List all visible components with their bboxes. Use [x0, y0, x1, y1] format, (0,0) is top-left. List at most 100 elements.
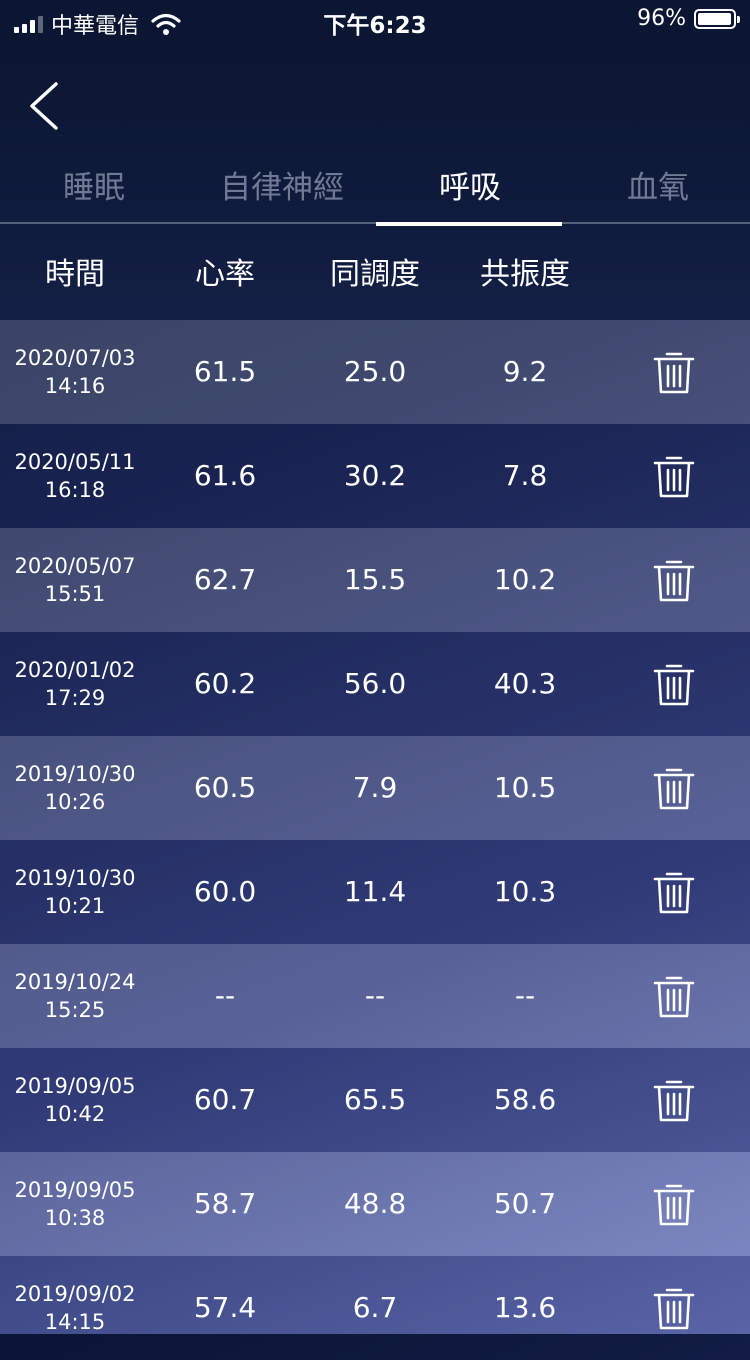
- record-time: 16:18: [44, 478, 106, 502]
- record-date: 2019/10/24: [14, 970, 136, 994]
- trash-icon[interactable]: [650, 348, 698, 396]
- resonance-value: 13.6: [493, 1291, 557, 1324]
- battery-icon: [694, 8, 740, 29]
- column-header-heart-rate: 心率: [195, 257, 255, 292]
- column-header-time: 時間: [45, 257, 105, 292]
- record-datetime: 2019/09/05 10:42: [0, 1072, 150, 1128]
- trash-icon[interactable]: [650, 1180, 698, 1228]
- resonance-value: 9.2: [502, 355, 548, 388]
- back-button[interactable]: [26, 78, 66, 134]
- record-row[interactable]: 2020/01/02 17:29 60.2 56.0 40.3: [0, 632, 750, 736]
- resonance-value: 10.5: [493, 771, 557, 804]
- record-date: 2020/05/11: [14, 450, 136, 474]
- heart-rate-value: 61.6: [193, 459, 257, 492]
- resonance-value: 50.7: [493, 1187, 557, 1220]
- tab-divider: [0, 222, 750, 224]
- coherence-value: 15.5: [343, 563, 407, 596]
- trash-icon[interactable]: [650, 660, 698, 708]
- tab-sleep[interactable]: 睡眠: [0, 160, 188, 226]
- resonance-value: 10.2: [493, 563, 557, 596]
- status-bar: 中華電信 下午6:23 96%: [0, 0, 750, 42]
- trash-icon[interactable]: [650, 764, 698, 812]
- trash-icon[interactable]: [650, 556, 698, 604]
- heart-rate-value: 62.7: [193, 563, 257, 596]
- heart-rate-value: 58.7: [193, 1187, 257, 1220]
- resonance-value: 10.3: [493, 875, 557, 908]
- record-date: 2019/09/05: [14, 1178, 136, 1202]
- record-datetime: 2019/10/30 10:26: [0, 760, 150, 816]
- active-tab-indicator: [376, 222, 562, 226]
- resonance-value: --: [514, 979, 536, 1012]
- coherence-value: 65.5: [343, 1083, 407, 1116]
- chevron-left-icon: [30, 82, 58, 130]
- record-datetime: 2020/05/07 15:51: [0, 552, 150, 608]
- record-time: 15:51: [44, 582, 106, 606]
- tab-blood-oxygen[interactable]: 血氧: [564, 160, 750, 226]
- column-header-resonance: 共振度: [480, 257, 570, 292]
- coherence-value: 6.7: [352, 1291, 398, 1324]
- record-datetime: 2020/01/02 17:29: [0, 656, 150, 712]
- record-row[interactable]: 2019/09/05 10:42 60.7 65.5 58.6: [0, 1048, 750, 1152]
- record-time: 10:42: [44, 1102, 106, 1126]
- trash-icon[interactable]: [650, 452, 698, 500]
- record-time: 10:38: [44, 1206, 106, 1230]
- record-list: 2020/07/03 14:16 61.5 25.0 9.2 2020/05/11…: [0, 320, 750, 1360]
- record-datetime: 2019/09/02 14:15: [0, 1280, 150, 1336]
- coherence-value: 11.4: [343, 875, 407, 908]
- record-date: 2019/09/02: [14, 1282, 136, 1306]
- record-row[interactable]: 2020/07/03 14:16 61.5 25.0 9.2: [0, 320, 750, 424]
- heart-rate-value: 60.0: [193, 875, 257, 908]
- coherence-value: 56.0: [343, 667, 407, 700]
- column-header-coherence: 同調度: [330, 257, 420, 292]
- record-row[interactable]: 2019/10/30 10:21 60.0 11.4 10.3: [0, 840, 750, 944]
- record-date: 2019/09/05: [14, 1074, 136, 1098]
- trash-icon[interactable]: [650, 1076, 698, 1124]
- record-datetime: 2019/09/05 10:38: [0, 1176, 150, 1232]
- record-date: 2020/07/03: [14, 346, 136, 370]
- record-time: 14:15: [44, 1310, 106, 1334]
- tab-bar: 睡眠 自律神經 呼吸 血氧: [0, 160, 750, 226]
- coherence-value: 7.9: [352, 771, 398, 804]
- record-date: 2019/10/30: [14, 762, 136, 786]
- record-row[interactable]: 2019/09/05 10:38 58.7 48.8 50.7: [0, 1152, 750, 1256]
- tab-breathing[interactable]: 呼吸: [376, 160, 564, 226]
- status-bar-right: 96%: [637, 6, 740, 31]
- record-datetime: 2019/10/24 15:25: [0, 968, 150, 1024]
- record-datetime: 2020/05/11 16:18: [0, 448, 150, 504]
- record-datetime: 2019/10/30 10:21: [0, 864, 150, 920]
- record-datetime: 2020/07/03 14:16: [0, 344, 150, 400]
- resonance-value: 58.6: [493, 1083, 557, 1116]
- record-row[interactable]: 2019/10/24 15:25 -- -- --: [0, 944, 750, 1048]
- header: 睡眠 自律神經 呼吸 血氧 時間 心率 同調度 共振度: [0, 42, 750, 320]
- battery-percent: 96%: [637, 6, 686, 31]
- tab-autonomic-nerve[interactable]: 自律神經: [188, 160, 376, 226]
- trash-icon[interactable]: [650, 972, 698, 1020]
- record-time: 14:16: [44, 374, 106, 398]
- coherence-value: 25.0: [343, 355, 407, 388]
- record-date: 2019/10/30: [14, 866, 136, 890]
- coherence-value: 48.8: [343, 1187, 407, 1220]
- heart-rate-value: 60.7: [193, 1083, 257, 1116]
- record-date: 2020/05/07: [14, 554, 136, 578]
- record-time: 17:29: [44, 686, 106, 710]
- heart-rate-value: --: [214, 979, 236, 1012]
- record-time: 10:26: [44, 790, 106, 814]
- trash-icon[interactable]: [650, 1284, 698, 1332]
- record-row[interactable]: 2019/10/30 10:26 60.5 7.9 10.5: [0, 736, 750, 840]
- record-row[interactable]: 2020/05/07 15:51 62.7 15.5 10.2: [0, 528, 750, 632]
- heart-rate-value: 61.5: [193, 355, 257, 388]
- record-time: 10:21: [44, 894, 106, 918]
- coherence-value: 30.2: [343, 459, 407, 492]
- record-row[interactable]: 2019/09/02 14:15 57.4 6.7 13.6: [0, 1256, 750, 1360]
- column-header-row: 時間 心率 同調度 共振度: [0, 238, 750, 312]
- heart-rate-value: 60.2: [193, 667, 257, 700]
- record-time: 15:25: [44, 998, 106, 1022]
- trash-icon[interactable]: [650, 868, 698, 916]
- heart-rate-value: 57.4: [193, 1291, 257, 1324]
- resonance-value: 40.3: [493, 667, 557, 700]
- heart-rate-value: 60.5: [193, 771, 257, 804]
- resonance-value: 7.8: [502, 459, 548, 492]
- coherence-value: --: [364, 979, 386, 1012]
- record-row[interactable]: 2020/05/11 16:18 61.6 30.2 7.8: [0, 424, 750, 528]
- record-date: 2020/01/02: [14, 658, 136, 682]
